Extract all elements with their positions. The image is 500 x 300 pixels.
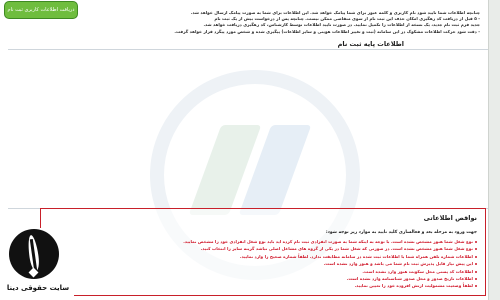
instruction-line: - دقت شود حرکت اطلاعات مشکوک در این ساما… [174,28,480,34]
site-logo: سایت حقوقی دینا [0,228,74,298]
error-item: اطلاعات کد پستی محل سکونت هنوز وارد نشده… [57,268,477,275]
bullet-icon [475,278,477,281]
error-item: لطفاً وضعیت مشمولیت ارتش افزوده خود را ت… [57,282,477,289]
quill-icon [9,229,59,279]
error-item: اطلاعات شماره تلفن همراه شما با اطلاعات … [57,253,477,260]
bullet-icon [475,255,477,258]
bullet-icon [475,285,477,288]
error-item: نوع شغل شما هنوز مشخص نشده است. با توجه … [57,238,477,245]
errors-panel: نواقص اطلاعاتی جهت ورود به مرحله بعد و ف… [40,208,486,296]
errors-subtitle: جهت ورود به مرحله بعد و فعالسازی کلید تا… [325,230,477,235]
error-item: این پیش نیاز قابل پذیرش ثبت نام شما می ب… [57,260,477,267]
bullet-icon [475,248,477,251]
bullet-icon [475,241,477,243]
section-title: اطلاعات پایه ثبت نام [337,40,404,48]
bullet-icon [475,263,477,266]
errors-title: نواقص اطلاعاتی [423,214,477,222]
vertical-scrollbar[interactable] [488,0,500,300]
logo-text: سایت حقوقی دینا [6,284,70,292]
bullet-icon [475,270,477,273]
errors-list: نوع شغل شما هنوز مشخص نشده است. با توجه … [57,238,477,290]
error-item: نوع شغل شما هنوز مشخص نشده است. در صورتی… [57,245,477,252]
instruction-text: چنانچه اطلاعات شما تایید شود نام کاربری … [80,10,480,35]
error-item: اطلاعات تاریخ صدور و محل صدور شناسنامه و… [57,275,477,282]
get-credentials-button[interactable]: دریافت اطلاعات کاربری ثبت نام [4,1,78,19]
page: دریافت اطلاعات کاربری ثبت نام چنانچه اطل… [0,0,500,300]
